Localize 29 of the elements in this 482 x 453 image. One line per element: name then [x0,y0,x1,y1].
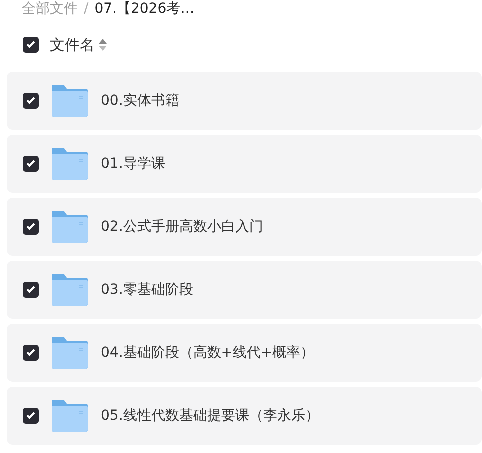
file-row[interactable]: 00.实体书籍 [7,72,482,130]
file-name: 02.公式手册高数小白入门 [101,218,264,236]
file-name: 05.线性代数基础提要课（李永乐） [101,406,320,426]
checkbox[interactable] [23,156,39,172]
folder-icon [52,85,88,117]
file-name: 00.实体书籍 [101,92,180,110]
folder-icon [52,211,88,243]
breadcrumb-separator: / [84,1,89,17]
file-name: 03.零基础阶段 [101,280,194,300]
file-row[interactable]: 04.基础阶段（高数+线代+概率） [7,324,482,382]
file-name: 01.导学课 [101,154,166,174]
folder-icon [52,148,88,180]
folder-icon [52,274,88,306]
breadcrumb-current: 07.【2026考… [94,1,195,17]
column-header: 文件名 [50,34,95,56]
file-row[interactable]: 03.零基础阶段 [7,261,482,319]
file-row[interactable]: 05.线性代数基础提要课（李永乐） [7,387,482,445]
checkbox[interactable] [23,37,39,53]
folder-icon [52,400,88,432]
folder-icon [52,337,88,369]
file-row[interactable]: 01.导学课 [7,135,482,193]
file-name: 04.基础阶段（高数+线代+概率） [101,344,315,362]
sort-icon[interactable] [99,39,107,51]
checkbox[interactable] [23,345,39,361]
checkbox[interactable] [23,282,39,298]
checkbox[interactable] [23,408,39,424]
checkbox[interactable] [23,219,39,235]
file-row[interactable]: 02.公式手册高数小白入门 [7,198,482,256]
checkbox[interactable] [23,93,39,109]
